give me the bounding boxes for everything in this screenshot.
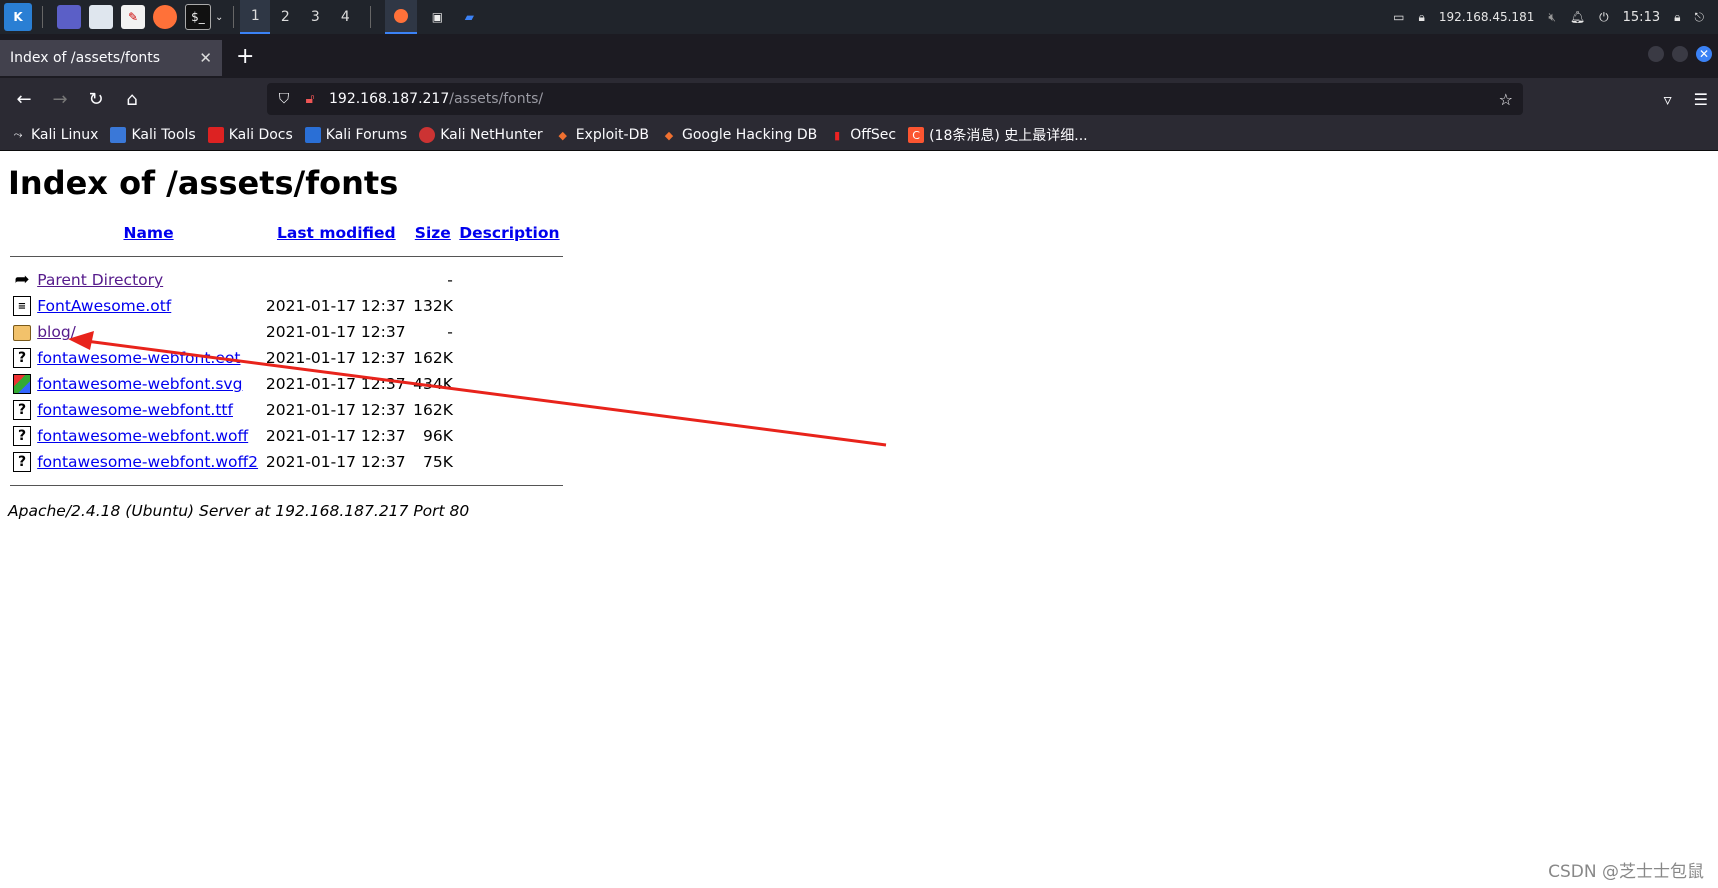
arrow-shaft <box>85 339 887 447</box>
arrow-head <box>68 331 94 350</box>
csdn-watermark: CSDN @芝士士包鼠 <box>1548 862 1704 882</box>
annotation-arrow <box>68 331 887 447</box>
